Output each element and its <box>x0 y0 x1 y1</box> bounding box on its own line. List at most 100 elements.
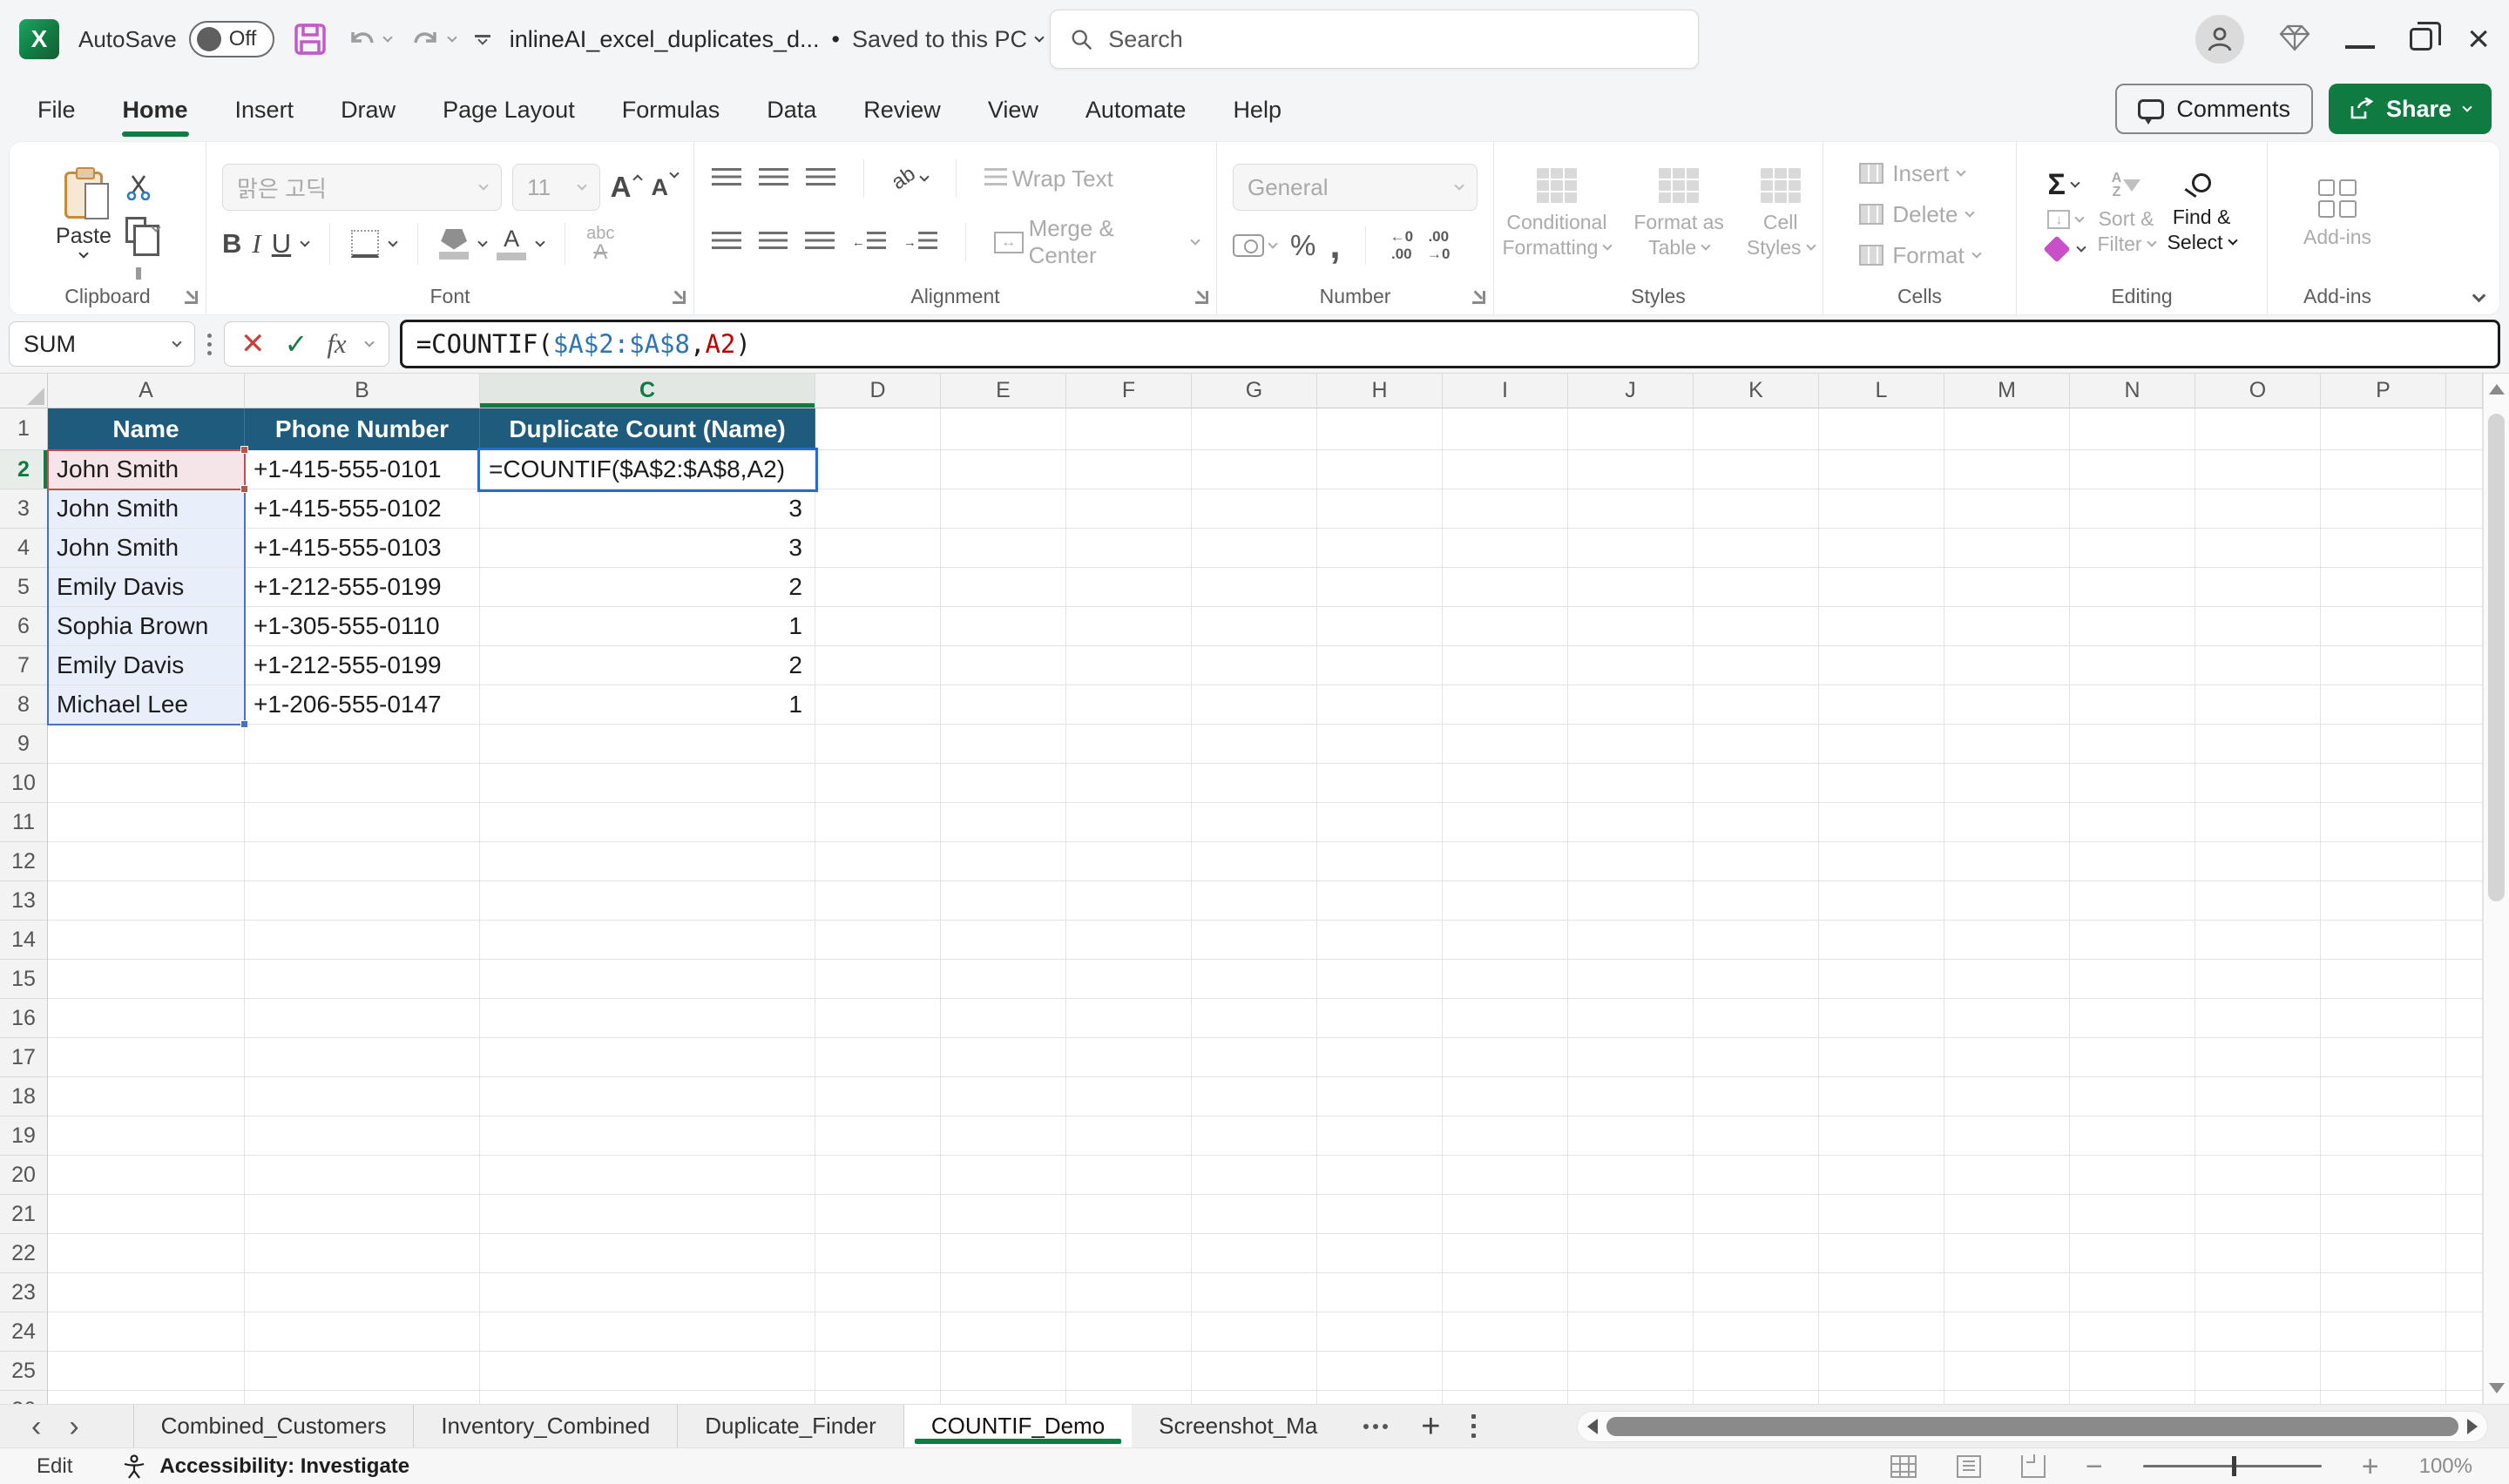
cell-H19[interactable] <box>1317 1116 1443 1156</box>
cell-M22[interactable] <box>1944 1234 2070 1273</box>
cell-K3[interactable] <box>1694 489 1819 529</box>
cell-B3[interactable]: +1-415-555-0102 <box>245 489 480 529</box>
column-header-I[interactable]: I <box>1443 374 1568 408</box>
decrease-decimal-button[interactable]: .00 →0 <box>1427 228 1450 262</box>
cell-F12[interactable] <box>1066 842 1192 881</box>
cell-K23[interactable] <box>1694 1273 1819 1312</box>
row-header-16[interactable]: 16 <box>0 999 48 1038</box>
cell-partial-21[interactable] <box>2446 1195 2483 1234</box>
row-header-8[interactable]: 8 <box>0 685 48 725</box>
redo-button[interactable] <box>410 25 456 53</box>
autosave-control[interactable]: AutoSave Off <box>78 21 274 57</box>
cell-H10[interactable] <box>1317 764 1443 803</box>
cell-D17[interactable] <box>815 1038 941 1077</box>
cell-O13[interactable] <box>2195 881 2321 921</box>
paste-button[interactable]: Paste <box>56 172 112 257</box>
clipboard-dialog-launcher[interactable] <box>185 291 198 304</box>
vertical-scrollbar[interactable] <box>2483 374 2509 1404</box>
cell-F15[interactable] <box>1066 960 1192 999</box>
format-cells-button[interactable]: Format <box>1859 242 1979 269</box>
cell-F16[interactable] <box>1066 999 1192 1038</box>
cell-K10[interactable] <box>1694 764 1819 803</box>
cell-H12[interactable] <box>1317 842 1443 881</box>
cell-P12[interactable] <box>2321 842 2446 881</box>
cell-K19[interactable] <box>1694 1116 1819 1156</box>
cell-O4[interactable] <box>2195 529 2321 568</box>
cell-J23[interactable] <box>1568 1273 1694 1312</box>
cell-I3[interactable] <box>1443 489 1568 529</box>
cell-P14[interactable] <box>2321 921 2446 960</box>
cell-partial-17[interactable] <box>2446 1038 2483 1077</box>
cell-C14[interactable] <box>480 921 815 960</box>
cell-E22[interactable] <box>941 1234 1066 1273</box>
column-header-H[interactable]: H <box>1317 374 1443 408</box>
cell-O10[interactable] <box>2195 764 2321 803</box>
row-header-14[interactable]: 14 <box>0 921 48 960</box>
cell-H1[interactable] <box>1317 408 1443 450</box>
search-input[interactable] <box>1108 26 1679 53</box>
cell-K6[interactable] <box>1694 607 1819 646</box>
cell-J13[interactable] <box>1568 881 1694 921</box>
cell-C17[interactable] <box>480 1038 815 1077</box>
cell-G12[interactable] <box>1192 842 1317 881</box>
cell-O12[interactable] <box>2195 842 2321 881</box>
cell-J18[interactable] <box>1568 1077 1694 1116</box>
cell-D23[interactable] <box>815 1273 941 1312</box>
cell-N10[interactable] <box>2070 764 2195 803</box>
cell-E6[interactable] <box>941 607 1066 646</box>
scroll-down-icon[interactable] <box>2489 1383 2505 1393</box>
cell-I22[interactable] <box>1443 1234 1568 1273</box>
cell-C20[interactable] <box>480 1156 815 1195</box>
cell-J26[interactable] <box>1568 1391 1694 1404</box>
cell-G19[interactable] <box>1192 1116 1317 1156</box>
cell-partial-25[interactable] <box>2446 1352 2483 1391</box>
enter-button[interactable]: ✓ <box>285 330 308 358</box>
tab-file[interactable]: File <box>14 78 99 141</box>
cell-partial-1[interactable] <box>2446 408 2483 450</box>
cell-M15[interactable] <box>1944 960 2070 999</box>
cell-O21[interactable] <box>2195 1195 2321 1234</box>
cell-G16[interactable] <box>1192 999 1317 1038</box>
cell-L9[interactable] <box>1819 725 1944 764</box>
cell-E21[interactable] <box>941 1195 1066 1234</box>
column-header-P[interactable]: P <box>2321 374 2446 408</box>
cell-D1[interactable] <box>815 408 941 450</box>
cell-K26[interactable] <box>1694 1391 1819 1404</box>
cell-D12[interactable] <box>815 842 941 881</box>
sheet-overflow-icon[interactable] <box>1363 1424 1388 1429</box>
sheet-options-kebab-icon[interactable] <box>1471 1414 1476 1438</box>
cell-K15[interactable] <box>1694 960 1819 999</box>
cell-D21[interactable] <box>815 1195 941 1234</box>
cell-H20[interactable] <box>1317 1156 1443 1195</box>
insert-cells-button[interactable]: Insert <box>1859 160 1965 187</box>
cell-A1[interactable]: Name <box>48 408 245 450</box>
autosum-button[interactable]: Σ <box>2047 170 2085 199</box>
insert-function-chevron-icon[interactable] <box>364 337 374 347</box>
cell-D6[interactable] <box>815 607 941 646</box>
document-title[interactable]: inlineAI_excel_duplicates_d... • Saved t… <box>510 26 1043 53</box>
cell-H4[interactable] <box>1317 529 1443 568</box>
page-layout-view-button[interactable] <box>1957 1455 1981 1478</box>
cell-H25[interactable] <box>1317 1352 1443 1391</box>
cell-E26[interactable] <box>941 1391 1066 1404</box>
cell-M7[interactable] <box>1944 646 2070 685</box>
cell-I25[interactable] <box>1443 1352 1568 1391</box>
scroll-up-icon[interactable] <box>2489 384 2505 395</box>
cell-M26[interactable] <box>1944 1391 2070 1404</box>
cell-I23[interactable] <box>1443 1273 1568 1312</box>
formula-bar-grip-icon[interactable] <box>206 334 213 355</box>
close-button[interactable]: × <box>2467 20 2490 58</box>
cell-L26[interactable] <box>1819 1391 1944 1404</box>
font-name-select[interactable]: 맑은 고딕 <box>222 164 502 211</box>
cell-D22[interactable] <box>815 1234 941 1273</box>
tab-home[interactable]: Home <box>99 78 212 141</box>
cell-E2[interactable] <box>941 450 1066 489</box>
borders-chevron-icon[interactable] <box>388 237 397 246</box>
cell-L17[interactable] <box>1819 1038 1944 1077</box>
cell-J11[interactable] <box>1568 803 1694 842</box>
cell-E14[interactable] <box>941 921 1066 960</box>
cell-D14[interactable] <box>815 921 941 960</box>
cancel-button[interactable]: ✕ <box>240 329 266 359</box>
cell-K17[interactable] <box>1694 1038 1819 1077</box>
cell-K9[interactable] <box>1694 725 1819 764</box>
